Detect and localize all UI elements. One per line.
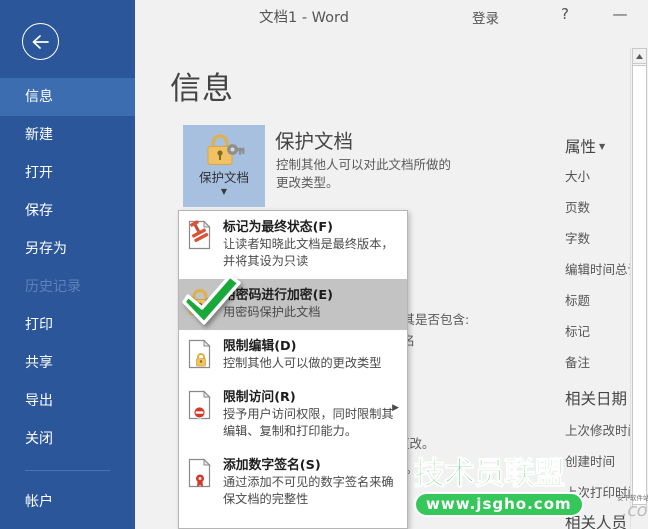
sidebar-item-history: 历史记录 — [0, 268, 135, 306]
property-row-last-printed: 上次打印时间 — [565, 482, 640, 501]
protect-document-dropdown-menu: 标记为最终状态(F) 让读者知晓此文档是最终版本，并将其设为只读 用密码进行加密… — [178, 210, 408, 529]
sidebar-item-open[interactable]: 打开 — [0, 154, 135, 192]
help-icon[interactable]: ? — [556, 5, 574, 23]
protect-section-heading: 保护文档 — [275, 125, 353, 154]
protect-document-button[interactable]: 保护文档 ▼ — [183, 125, 265, 207]
sidebar-item-label: 历史记录 — [25, 279, 81, 295]
sidebar-nav-list: 信息 新建 打开 保存 另存为 历史记录 打印 共享 导出 关闭 帐户 — [0, 78, 135, 521]
menu-item-title: 标记为最终状态(F) — [223, 219, 397, 236]
minimize-icon[interactable]: — — [611, 5, 629, 23]
back-arrow-icon[interactable] — [22, 23, 59, 60]
property-row-tags: 标记 — [565, 321, 590, 340]
word-backstage-window: 文档1 - Word 登录 ? — □ ✕ 信息 新建 打开 保存 另存为 历史… — [0, 0, 648, 529]
sidebar-item-label: 共享 — [25, 355, 53, 371]
title-bar: 文档1 - Word 登录 ? — □ ✕ — [135, 0, 648, 45]
document-signature-icon — [188, 458, 214, 492]
document-restricted-icon — [188, 390, 214, 424]
page-title: 信息 — [170, 63, 234, 108]
window-title: 文档1 - Word — [259, 6, 349, 27]
chevron-down-icon: ▼ — [183, 187, 265, 196]
menu-item-subtitle: 控制其他人可以做的更改类型 — [223, 355, 397, 372]
sidebar-item-account[interactable]: 帐户 — [0, 483, 135, 521]
menu-item-subtitle: 用密码保护此文档 — [223, 304, 397, 321]
sidebar-item-share[interactable]: 共享 — [0, 344, 135, 382]
properties-group-heading[interactable]: 属性▼ — [565, 135, 605, 157]
submenu-arrow-icon: ▶ — [392, 403, 399, 413]
menu-item-mark-as-final[interactable]: 标记为最终状态(F) 让读者知晓此文档是最终版本，并将其设为只读 — [179, 211, 407, 279]
menu-item-subtitle: 授予用户访问权限，同时限制其编辑、复制和打印能力。 — [223, 406, 397, 440]
property-row-comments: 备注 — [565, 352, 590, 371]
sidebar-item-new[interactable]: 新建 — [0, 116, 135, 154]
sidebar-item-label: 打印 — [25, 317, 53, 333]
property-row-words: 字数 — [565, 228, 590, 247]
document-properties-panel: 属性▼ 大小 页数 字数 编辑时间总计 标题 标记 备注 相关日期 上次修改时间… — [420, 45, 625, 529]
sidebar-item-label: 帐户 — [25, 494, 53, 510]
chevron-down-icon: ▼ — [599, 142, 605, 151]
backstage-sidebar: 信息 新建 打开 保存 另存为 历史记录 打印 共享 导出 关闭 帐户 — [0, 0, 135, 529]
sidebar-item-print[interactable]: 打印 — [0, 306, 135, 344]
property-row-last-modified: 上次修改时间 — [565, 420, 640, 439]
sidebar-item-label: 打开 — [25, 165, 53, 181]
menu-item-restrict-access[interactable]: 限制访问(R) 授予用户访问权限，同时限制其编辑、复制和打印能力。 ▶ — [179, 381, 407, 449]
document-lock-icon — [188, 339, 214, 373]
sidebar-item-label: 另存为 — [25, 241, 67, 257]
related-people-heading: 相关人员 — [565, 511, 627, 529]
property-row-size: 大小 — [565, 166, 590, 185]
sidebar-item-label: 保存 — [25, 203, 53, 219]
sidebar-item-label: 信息 — [25, 89, 53, 105]
lock-and-key-icon — [188, 288, 218, 320]
sidebar-item-export[interactable]: 导出 — [0, 382, 135, 420]
sign-in-button[interactable]: 登录 — [472, 7, 499, 27]
sidebar-divider — [25, 470, 110, 471]
scroll-up-arrow-icon[interactable] — [632, 48, 647, 64]
menu-item-title: 用密码进行加密(E) — [223, 287, 397, 304]
sidebar-item-close[interactable]: 关闭 — [0, 420, 135, 458]
protect-tile-label: 保护文档 — [183, 167, 265, 186]
menu-item-subtitle: 通过添加不可见的数字签名来确保文档的完整性 — [223, 474, 397, 508]
menu-item-encrypt-with-password[interactable]: 用密码进行加密(E) 用密码保护此文档 — [179, 279, 407, 330]
document-stamp-icon — [188, 220, 214, 254]
menu-item-title: 限制访问(R) — [223, 389, 397, 406]
menu-item-subtitle: 让读者知晓此文档是最终版本，并将其设为只读 — [223, 236, 397, 270]
menu-item-restrict-editing[interactable]: 限制编辑(D) 控制其他人可以做的更改类型 — [179, 330, 407, 381]
properties-heading-label: 属性 — [565, 138, 596, 156]
menu-item-title: 限制编辑(D) — [223, 338, 397, 355]
sidebar-item-save[interactable]: 保存 — [0, 192, 135, 230]
sidebar-item-label: 导出 — [25, 393, 53, 409]
sidebar-item-label: 新建 — [25, 127, 53, 143]
property-row-created: 创建时间 — [565, 451, 615, 470]
related-dates-heading: 相关日期 — [565, 387, 627, 409]
menu-item-add-digital-signature[interactable]: 添加数字签名(S) 通过添加不可见的数字签名来确保文档的完整性 — [179, 449, 407, 517]
menu-item-title: 添加数字签名(S) — [223, 457, 397, 474]
property-row-title: 标题 — [565, 290, 590, 309]
sidebar-item-save-as[interactable]: 另存为 — [0, 230, 135, 268]
lock-and-key-icon — [205, 133, 245, 171]
sidebar-item-label: 关闭 — [25, 431, 53, 447]
property-row-pages: 页数 — [565, 197, 590, 216]
scrollbar-thumb[interactable] — [632, 65, 647, 505]
property-row-total-editing-time: 编辑时间总计 — [565, 259, 640, 278]
vertical-scrollbar[interactable] — [630, 48, 647, 529]
sidebar-item-info[interactable]: 信息 — [0, 78, 135, 116]
